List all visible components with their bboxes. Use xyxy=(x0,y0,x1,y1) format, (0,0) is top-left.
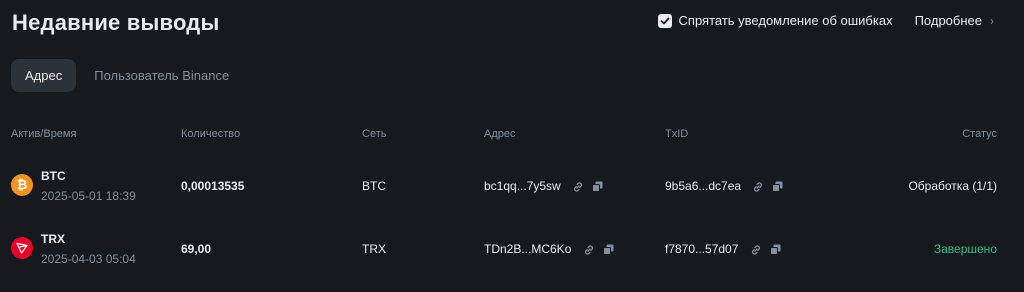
link-icon[interactable] xyxy=(583,244,595,256)
network: BTC xyxy=(362,179,386,193)
hide-errors-checkbox[interactable] xyxy=(657,13,672,28)
header-amount: Количество xyxy=(181,128,241,140)
address-value: TDn2B...MC6Ko xyxy=(484,242,572,256)
header-asset: Актив/Время xyxy=(11,128,77,140)
txid-value: 9b5a6...dc7ea xyxy=(665,179,742,193)
asset-time: 2025-05-01 18:39 xyxy=(41,189,136,203)
more-link[interactable]: Подробнее › xyxy=(915,13,994,28)
copy-icon[interactable] xyxy=(769,244,781,256)
link-icon[interactable] xyxy=(752,181,764,193)
link-icon[interactable] xyxy=(572,181,584,193)
asset-name: BTC xyxy=(41,169,66,183)
asset-name: TRX xyxy=(41,232,65,246)
chevron-right-icon: › xyxy=(990,13,994,28)
bitcoin-icon: ₿ xyxy=(11,174,33,196)
tab-bar: Адрес Пользователь Binance xyxy=(11,59,243,92)
header-status: Статус xyxy=(962,128,997,140)
hide-errors-label[interactable]: Спрятать уведомление об ошибках xyxy=(679,13,893,28)
txid-value: f7870...57d07 xyxy=(665,242,739,256)
tron-icon xyxy=(11,237,33,259)
checkmark-icon xyxy=(660,17,669,24)
copy-icon[interactable] xyxy=(602,244,614,256)
link-icon[interactable] xyxy=(750,244,762,256)
status-badge: Завершено xyxy=(933,242,997,256)
amount: 0,00013535 xyxy=(181,179,245,193)
header-actions: Спрятать уведомление об ошибках Подробне… xyxy=(657,13,994,28)
copy-icon[interactable] xyxy=(592,181,603,193)
status-badge: Обработка (1/1) xyxy=(908,179,997,193)
address-value: bc1qq...7y5sw xyxy=(484,179,561,193)
tab-binance-user[interactable]: Пользователь Binance xyxy=(80,59,243,92)
amount: 69,00 xyxy=(181,242,212,256)
copy-icon[interactable] xyxy=(772,181,783,193)
header-network: Сеть xyxy=(362,128,387,140)
network: TRX xyxy=(362,242,386,256)
header-address: Адрес xyxy=(484,128,516,140)
page-title: Недавние выводы xyxy=(12,10,220,35)
tron-logo-shape xyxy=(16,242,28,254)
asset-time: 2025-04-03 05:04 xyxy=(41,252,136,266)
header-txid: TxID xyxy=(665,128,689,140)
more-label[interactable]: Подробнее xyxy=(915,13,982,28)
tab-address[interactable]: Адрес xyxy=(11,59,77,92)
